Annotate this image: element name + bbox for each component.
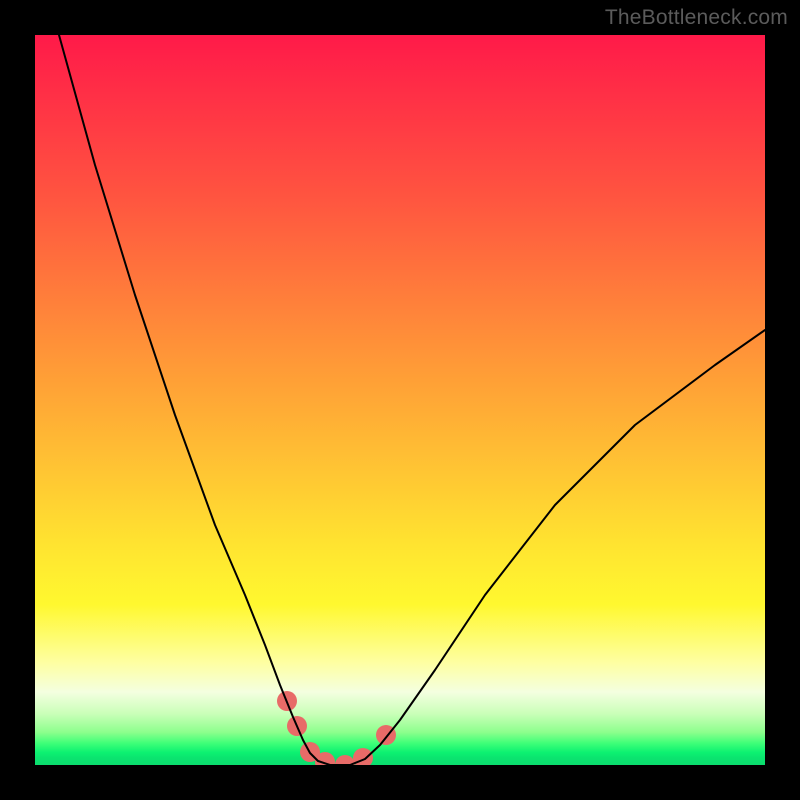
bottleneck-curve: [59, 35, 765, 765]
curve-svg: [35, 35, 765, 765]
plot-gradient-area: [35, 35, 765, 765]
outer-frame: TheBottleneck.com: [0, 0, 800, 800]
watermark-text: TheBottleneck.com: [605, 6, 788, 30]
curve-highlight-dots: [277, 691, 396, 765]
